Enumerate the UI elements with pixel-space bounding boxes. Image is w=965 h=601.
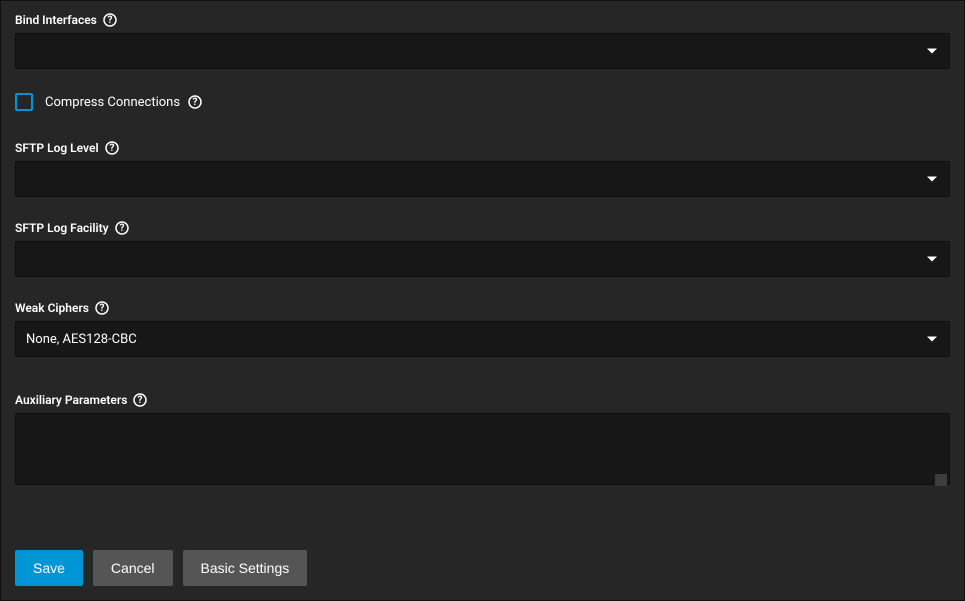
label-weak-ciphers: Weak Ciphers ? bbox=[15, 301, 950, 315]
form-body: Bind Interfaces ? Compress Connections ? bbox=[15, 13, 950, 522]
field-sftp-log-level: SFTP Log Level ? bbox=[15, 141, 950, 197]
help-icon[interactable]: ? bbox=[103, 13, 117, 27]
help-icon[interactable]: ? bbox=[115, 221, 129, 235]
svg-text:?: ? bbox=[119, 223, 124, 234]
label-sftp-log-facility: SFTP Log Facility ? bbox=[15, 221, 950, 235]
label-text-compress-connections: Compress Connections bbox=[45, 95, 180, 110]
chevron-down-icon bbox=[927, 257, 937, 262]
cancel-button[interactable]: Cancel bbox=[93, 550, 173, 586]
textarea-auxiliary-parameters[interactable] bbox=[15, 413, 950, 485]
field-bind-interfaces: Bind Interfaces ? bbox=[15, 13, 950, 69]
label-text-auxiliary-parameters: Auxiliary Parameters bbox=[15, 393, 127, 407]
svg-text:?: ? bbox=[193, 97, 198, 108]
field-weak-ciphers: Weak Ciphers ? None, AES128-CBC bbox=[15, 301, 950, 357]
resize-handle-icon[interactable] bbox=[935, 474, 947, 486]
button-row: Save Cancel Basic Settings bbox=[15, 542, 950, 586]
label-text-sftp-log-facility: SFTP Log Facility bbox=[15, 221, 109, 235]
chevron-down-icon bbox=[927, 177, 937, 182]
field-compress-connections: Compress Connections ? bbox=[15, 93, 950, 111]
help-icon[interactable]: ? bbox=[133, 393, 147, 407]
select-value-weak-ciphers: None, AES128-CBC bbox=[26, 332, 137, 347]
label-sftp-log-level: SFTP Log Level ? bbox=[15, 141, 950, 155]
settings-form: Bind Interfaces ? Compress Connections ? bbox=[0, 0, 965, 601]
checkbox-compress-connections[interactable] bbox=[15, 93, 33, 111]
basic-settings-button[interactable]: Basic Settings bbox=[183, 550, 308, 586]
field-sftp-log-facility: SFTP Log Facility ? bbox=[15, 221, 950, 277]
help-icon[interactable]: ? bbox=[105, 141, 119, 155]
save-button[interactable]: Save bbox=[15, 550, 83, 586]
label-bind-interfaces: Bind Interfaces ? bbox=[15, 13, 950, 27]
svg-text:?: ? bbox=[109, 143, 114, 154]
select-sftp-log-level[interactable] bbox=[15, 161, 950, 197]
svg-text:?: ? bbox=[99, 303, 104, 314]
label-text-sftp-log-level: SFTP Log Level bbox=[15, 141, 99, 155]
svg-text:?: ? bbox=[107, 15, 112, 26]
select-weak-ciphers[interactable]: None, AES128-CBC bbox=[15, 321, 950, 357]
label-text-weak-ciphers: Weak Ciphers bbox=[15, 301, 89, 315]
svg-text:?: ? bbox=[138, 395, 143, 406]
textarea-wrapper bbox=[15, 413, 950, 489]
label-text-bind-interfaces: Bind Interfaces bbox=[15, 13, 97, 27]
label-compress-connections: Compress Connections ? bbox=[45, 95, 202, 110]
help-icon[interactable]: ? bbox=[188, 95, 202, 109]
select-bind-interfaces[interactable] bbox=[15, 33, 950, 69]
select-sftp-log-facility[interactable] bbox=[15, 241, 950, 277]
help-icon[interactable]: ? bbox=[95, 301, 109, 315]
chevron-down-icon bbox=[927, 337, 937, 342]
label-auxiliary-parameters: Auxiliary Parameters ? bbox=[15, 393, 950, 407]
spacer bbox=[15, 381, 950, 393]
chevron-down-icon bbox=[927, 49, 937, 54]
field-auxiliary-parameters: Auxiliary Parameters ? bbox=[15, 393, 950, 489]
